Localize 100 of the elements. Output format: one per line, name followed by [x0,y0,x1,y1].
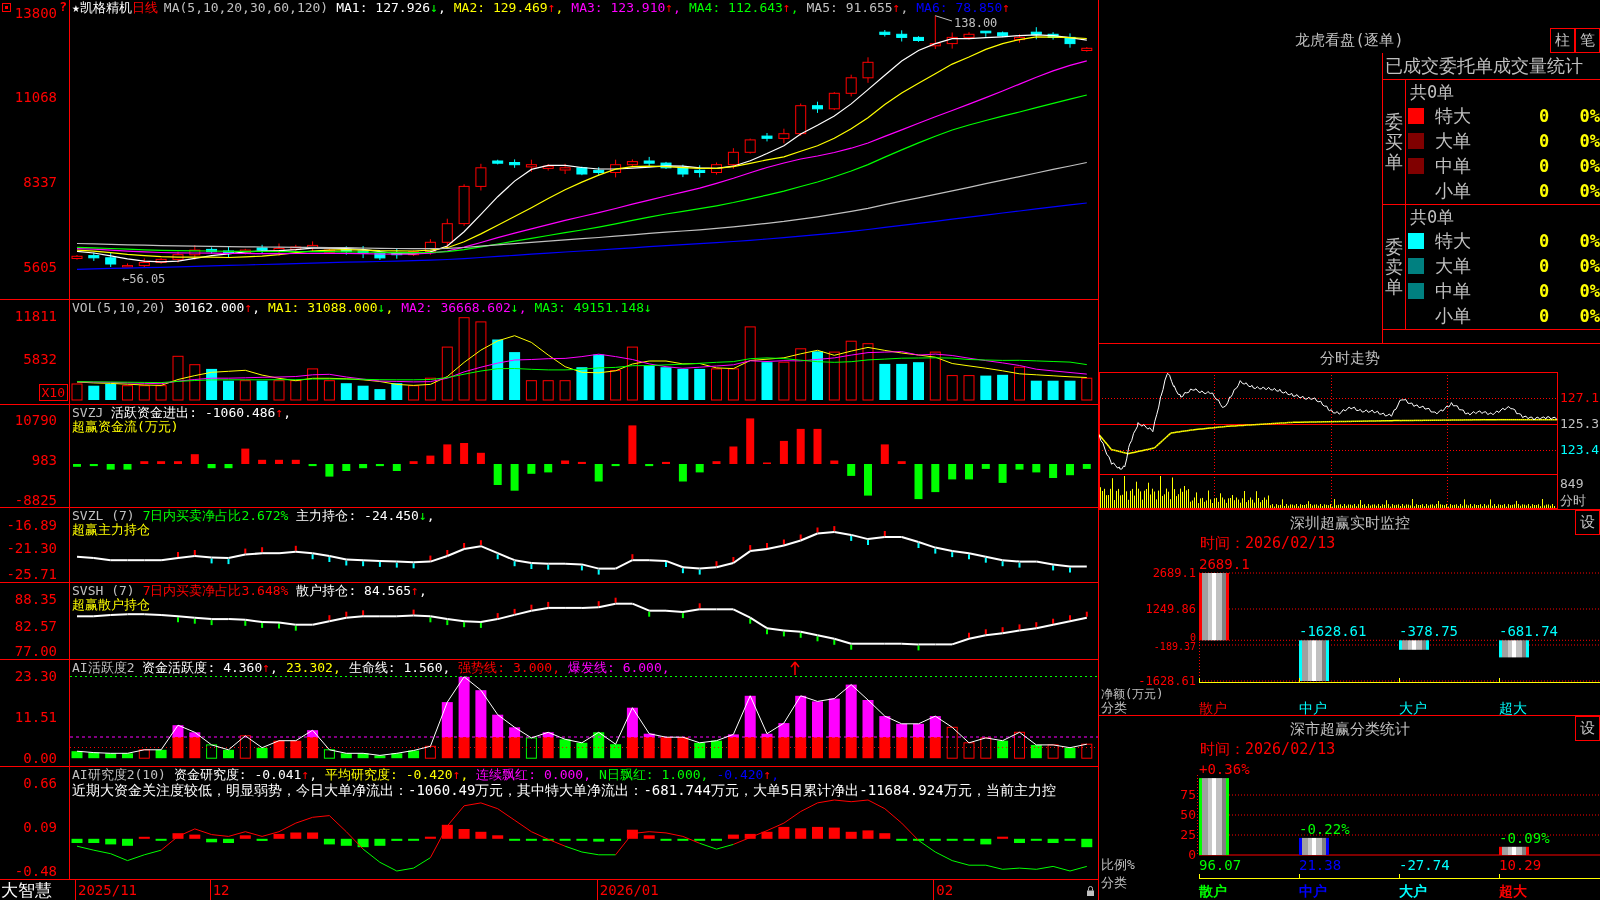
legend-value: 7日内买卖净占比2.672% [142,509,289,523]
order-share: 0% [1579,130,1600,151]
axis-tick-label: -8825 [14,492,57,508]
category-label: 大户 [1399,884,1427,898]
legend-value: 资金活跃度: 4.360 [142,661,263,675]
legend-value: 主力持仓: -24.450 [296,509,419,523]
order-share: 0% [1579,280,1600,301]
legend-value: 散户持仓: 84.565 [296,584,412,598]
order-count: 0 [1538,230,1550,251]
value-label: 2689.1 [1199,557,1250,571]
indicator-title: AI研究度2(10) [72,768,166,782]
trend-arrow: ↑ [782,1,791,15]
stock-name: ★凯格精机 [72,1,132,15]
comma: , [771,768,780,782]
legend-value: MA2: 129.469 [453,1,548,15]
help-mark[interactable]: ? [59,0,67,13]
comma: , [385,301,394,315]
view-button[interactable]: 柱 [1550,28,1575,53]
legend-value: N日飘红: 1.000 [599,768,701,782]
legend-value: 爆发线: 6.000 [568,661,662,675]
category-label: 超大 [1499,884,1527,898]
comma: , [460,768,469,782]
axis-tick-label: 77.00 [14,643,57,659]
trend-arrow: ↓ [418,509,427,523]
indicator-params: MA(5,10,20,30,60,120) [163,1,329,15]
category-label: 中户 [1299,884,1327,898]
legend-value: MA4: 112.643 [688,1,783,15]
legend-value: 资金研究度: -0.041 [173,768,302,782]
trend-arrow: ↑ [244,301,253,315]
change-label: -0.09% [1499,830,1550,845]
axis-tick-label: 983 [31,452,57,468]
axis-tick-label: 88.35 [14,591,57,607]
order-share: 0% [1579,155,1600,176]
legend-value: MA1: 31088.000 [268,301,378,315]
table-title: 已成交委托单成交量统计 [1383,53,1600,80]
date-label: 2026/01 [596,880,659,900]
analysis-note: 近期大资金关注度较低，明显弱势，今日大单净流出：-1060.49万元，其中特大单净流出：-681.744万元，大单5日累计净出-11684.924万元，当前主力控 [72,782,1056,798]
order-count: 0 [1538,180,1550,201]
axis-tick-label: 0.09 [23,818,57,835]
axis-tick-label: 1249.86 [1145,603,1196,615]
period-label: 日线 [131,1,158,15]
up-arrow-icon [790,661,800,676]
indicator-subtitle: 超赢资金流(万元) [72,420,179,434]
value-label: 10.29 [1499,858,1542,872]
legend-value: 30162.000 [173,301,245,315]
comma: , [426,509,435,523]
category-label: 散户 [1199,884,1227,898]
change-label: -0.22% [1299,821,1350,836]
axis-tick-label: -21.30 [6,540,57,556]
trend-arrow: ↓ [430,1,438,15]
category-label: 超大 [1499,701,1527,715]
timestamp: 时间：2026/02/13 [1200,741,1336,758]
settings-button[interactable]: 设 [1575,510,1600,535]
order-total: 共0单 [1410,206,1455,227]
comma: , [552,661,560,675]
comma: , [583,768,591,782]
category-label: 大户 [1399,701,1427,715]
trend-arrow: ↓ [377,301,386,315]
comma: , [252,301,261,315]
legend-value: MA1: 127.926 [336,1,431,15]
change-label: +0.36% [1199,762,1250,777]
legend-value: 连续飘红: 0.000 [476,768,584,782]
axis-title: 分时 [1560,494,1586,508]
comma: , [418,584,427,598]
comma: , [700,768,709,782]
axis-tick-label: 23.30 [14,667,57,684]
axis-tick-label: 0.00 [23,750,57,766]
trend-arrow: ↑ [665,1,674,15]
axis-tick-label: -189.37 [1153,643,1196,651]
trend-arrow: ↑ [763,768,772,782]
chart-bar [1299,640,1329,681]
trend-arrow: ↑ [1002,1,1011,15]
axis-tick-label: 123.4 [1560,443,1600,457]
value-label: 21.38 [1299,858,1342,872]
legend-value: MA6: 78.850 [916,1,1003,15]
order-share: 0% [1579,105,1600,126]
comma: , [270,661,278,675]
view-button[interactable]: 笔 [1575,28,1600,53]
comma: , [673,1,681,15]
trend-arrow: ↑ [275,406,284,420]
order-count: 0 [1538,155,1550,176]
section-title: 分时走势 [1319,349,1380,367]
axis-tick-label: 11811 [14,308,57,324]
category-label: 中户 [1299,701,1327,715]
order-size-label: 大单 [1435,255,1471,276]
order-share: 0% [1579,230,1600,251]
axis-tick-label: 849 [1560,477,1584,491]
scale-button[interactable]: X10 [38,384,68,401]
axis-tick-label: 5605 [23,259,57,275]
axis-tick-label: 13800 [14,4,57,21]
axis-tick-label: -1628.61 [1138,675,1196,687]
trend-arrow: ↑ [301,768,310,782]
side-label: 委买单 [1385,112,1403,172]
order-count: 0 [1538,255,1550,276]
price-high-label: 138.00 [954,16,998,30]
indicator-title: SVZJ [72,406,104,420]
settings-button[interactable]: 设 [1575,716,1600,741]
axis-tick-label: 11068 [14,89,57,106]
axis-tick-label: 11.51 [14,709,57,725]
trend-arrow: ↑ [547,1,556,15]
